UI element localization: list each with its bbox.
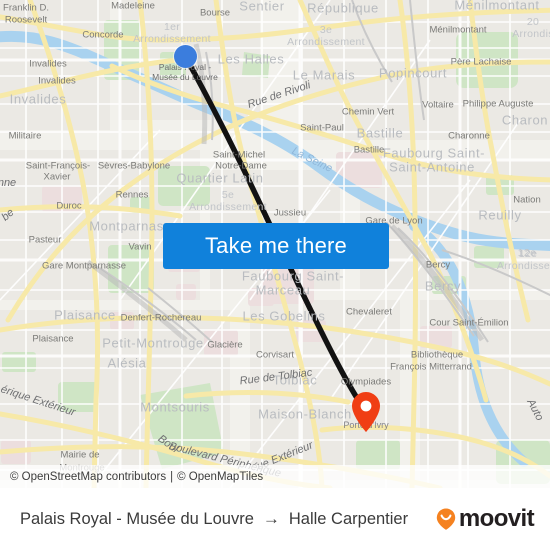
map-pin-icon: [352, 392, 380, 432]
moovit-route-card: Franklin D. Roosevelt Madeleine Bourse Senti…: [0, 0, 550, 550]
route-summary: Palais Royal - Musée du Louvre → Halle C…: [20, 509, 434, 529]
attribution-separator: |: [170, 470, 174, 483]
map-canvas[interactable]: Franklin D. Roosevelt Madeleine Bourse Senti…: [0, 0, 550, 488]
moovit-wordmark: moovit: [458, 505, 535, 532]
map-attribution: © OpenStreetMap contributors | © OpenMap…: [0, 465, 550, 488]
moovit-pin-icon: [436, 508, 456, 530]
destination-marker[interactable]: [350, 391, 382, 433]
route-footer: Palais Royal - Musée du Louvre → Halle C…: [0, 488, 550, 550]
take-me-there-button[interactable]: Take me there: [163, 223, 389, 269]
route-origin-name: Palais Royal - Musée du Louvre: [20, 509, 254, 528]
arrow-right-icon: →: [262, 509, 280, 528]
moovit-logo[interactable]: moovit: [434, 505, 535, 533]
route-destination-name: Halle Carpentier: [288, 509, 409, 528]
attribution-osm[interactable]: © OpenStreetMap contributors: [10, 471, 166, 483]
origin-marker[interactable]: [174, 45, 197, 68]
attribution-openmaptiles[interactable]: © OpenMapTiles: [177, 471, 263, 483]
